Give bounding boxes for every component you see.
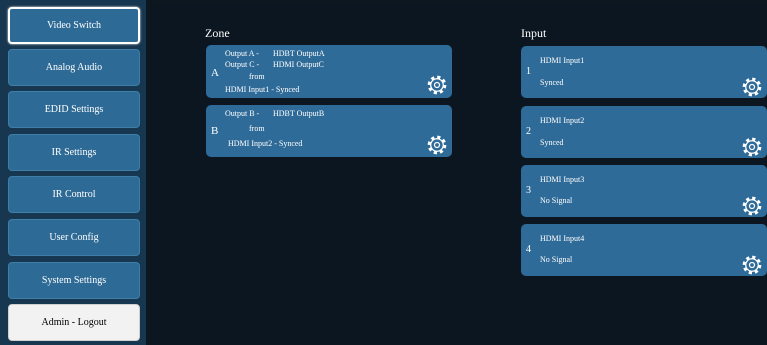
input-status: No Signal xyxy=(540,196,573,205)
zone-output-value: HDBT OutputA xyxy=(273,49,325,58)
zone-letter: A xyxy=(211,67,219,79)
input-card-3[interactable]: 3 HDMI Input3 No Signal xyxy=(521,165,767,217)
zone-card-a[interactable]: A Output A - HDBT OutputA Output C - HDM… xyxy=(206,45,452,98)
zone-card-b[interactable]: B Output B - HDBT OutputB from HDMI Inpu… xyxy=(206,105,452,157)
gear-icon[interactable] xyxy=(427,75,447,95)
input-number: 1 xyxy=(526,66,531,77)
input-number: 2 xyxy=(526,126,531,137)
gear-icon[interactable] xyxy=(742,137,762,157)
input-name: HDMI Input4 xyxy=(540,234,585,243)
zone-source: HDMI Input1 - Synced xyxy=(225,85,300,94)
input-status: Synced xyxy=(540,138,564,147)
input-status: No Signal xyxy=(540,255,573,264)
main-panel: Zone Input A Output A - HDBT OutputA Out… xyxy=(148,5,767,345)
input-number: 4 xyxy=(526,244,531,255)
zone-from-text: from xyxy=(249,124,265,133)
sidebar-item-ir-control[interactable]: IR Control xyxy=(8,176,140,213)
sidebar-item-label: Analog Audio xyxy=(45,62,103,73)
input-name: HDMI Input3 xyxy=(540,175,585,184)
input-status: Synced xyxy=(540,78,564,87)
zone-output-label: Output C - xyxy=(225,60,260,69)
gear-icon[interactable] xyxy=(742,196,762,216)
sidebar-item-label: IR Settings xyxy=(51,147,97,158)
sidebar-item-ir-settings[interactable]: IR Settings xyxy=(8,134,140,171)
sidebar-item-edid-settings[interactable]: EDID Settings xyxy=(8,91,140,128)
app-window: Video Switch Analog Audio EDID Settings … xyxy=(0,0,767,345)
zone-output-value: HDBT OutputB xyxy=(273,109,325,118)
gear-icon[interactable] xyxy=(427,135,447,155)
zone-heading: Zone xyxy=(205,26,230,40)
logout-label: Admin - Logout xyxy=(41,317,107,328)
sidebar-item-analog-audio[interactable]: Analog Audio xyxy=(8,49,140,86)
gear-icon[interactable] xyxy=(742,77,762,97)
sidebar-item-label: Video Switch xyxy=(46,20,102,31)
sidebar-item-user-config[interactable]: User Config xyxy=(8,219,140,256)
sidebar-item-label: System Settings xyxy=(41,275,107,286)
gear-icon[interactable] xyxy=(742,255,762,275)
input-name: HDMI Input1 xyxy=(540,56,585,65)
input-heading: Input xyxy=(521,26,547,40)
zone-letter: B xyxy=(211,125,219,137)
zone-output-label: Output A - xyxy=(225,49,259,58)
sidebar: Video Switch Analog Audio EDID Settings … xyxy=(0,0,146,345)
input-card-4[interactable]: 4 HDMI Input4 No Signal xyxy=(521,224,767,276)
sidebar-item-label: IR Control xyxy=(52,189,96,200)
sidebar-item-label: EDID Settings xyxy=(44,104,104,115)
zone-output-label: Output B - xyxy=(225,109,260,118)
logout-button[interactable]: Admin - Logout xyxy=(8,304,140,341)
input-name: HDMI Input2 xyxy=(540,116,585,125)
sidebar-item-label: User Config xyxy=(49,232,99,243)
input-number: 3 xyxy=(526,185,531,196)
input-card-1[interactable]: 1 HDMI Input1 Synced xyxy=(521,46,767,98)
zone-from-text: from xyxy=(249,72,265,81)
sidebar-item-system-settings[interactable]: System Settings xyxy=(8,262,140,299)
zone-output-value: HDMI OutputC xyxy=(273,60,324,69)
sidebar-item-video-switch[interactable]: Video Switch xyxy=(8,7,140,44)
zone-source: HDMI Input2 - Synced xyxy=(228,139,303,148)
input-card-2[interactable]: 2 HDMI Input2 Synced xyxy=(521,106,767,158)
